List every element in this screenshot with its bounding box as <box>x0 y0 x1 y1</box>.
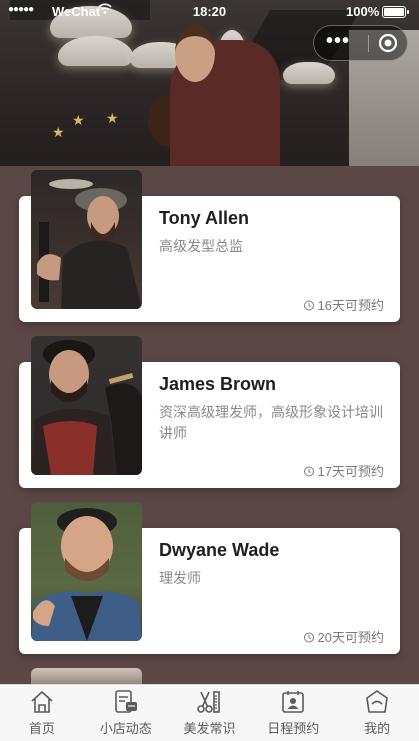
availability-text: 20天可预约 <box>317 630 384 645</box>
barber-photo <box>31 336 142 475</box>
barber-title: 资深高级理发师，高级形象设计培训讲师 <box>159 404 383 441</box>
availability-text: 17天可预约 <box>317 464 384 479</box>
alarm-clock-icon <box>303 300 314 310</box>
alarm-clock-icon <box>303 632 314 642</box>
alarm-clock-icon <box>303 466 314 476</box>
barber-title: 高级发型总监 <box>159 238 243 254</box>
bottom-tab-bar: 首页 小店动态 美发常识 日程预约 我的 <box>0 684 419 741</box>
barber-name: James Brown <box>159 374 277 394</box>
battery-icon <box>382 6 409 18</box>
more-options-icon[interactable]: ••• <box>326 31 356 51</box>
tab-label: 美发常识 <box>183 721 236 736</box>
tab-schedule[interactable]: 日程预约 <box>251 685 335 741</box>
tab-label: 首页 <box>28 721 55 736</box>
tab-store-news[interactable]: 小店动态 <box>84 685 168 741</box>
barber-title: 理发师 <box>159 570 201 586</box>
calendar-profile-icon <box>282 691 305 713</box>
miniprogram-capsule: ••• <box>313 25 408 61</box>
scissors-comb-icon <box>197 691 221 713</box>
tab-label: 小店动态 <box>99 721 152 736</box>
tab-label: 日程预约 <box>267 721 320 736</box>
store-news-icon <box>114 690 137 713</box>
profile-icon <box>366 690 388 713</box>
barber-photo <box>31 502 142 641</box>
barber-name: Tony Allen <box>159 208 249 228</box>
tab-profile[interactable]: 我的 <box>335 685 419 741</box>
availability: 20天可预约 <box>303 627 384 646</box>
barber-name: Dwyane Wade <box>159 540 280 560</box>
tab-home[interactable]: 首页 <box>0 685 84 741</box>
barber-photo <box>31 170 142 309</box>
tab-label: 我的 <box>364 721 391 736</box>
close-miniprogram-icon[interactable] <box>378 33 398 53</box>
availability: 17天可预约 <box>303 461 384 480</box>
tab-hair-tips[interactable]: 美发常识 <box>168 685 252 741</box>
home-icon <box>31 691 53 713</box>
battery-percent: 100% <box>346 4 380 19</box>
availability-text: 16天可预约 <box>317 298 384 313</box>
availability: 16天可预约 <box>303 295 384 314</box>
status-bar: ●●●●● WeChat 18:20 100% <box>0 0 419 22</box>
